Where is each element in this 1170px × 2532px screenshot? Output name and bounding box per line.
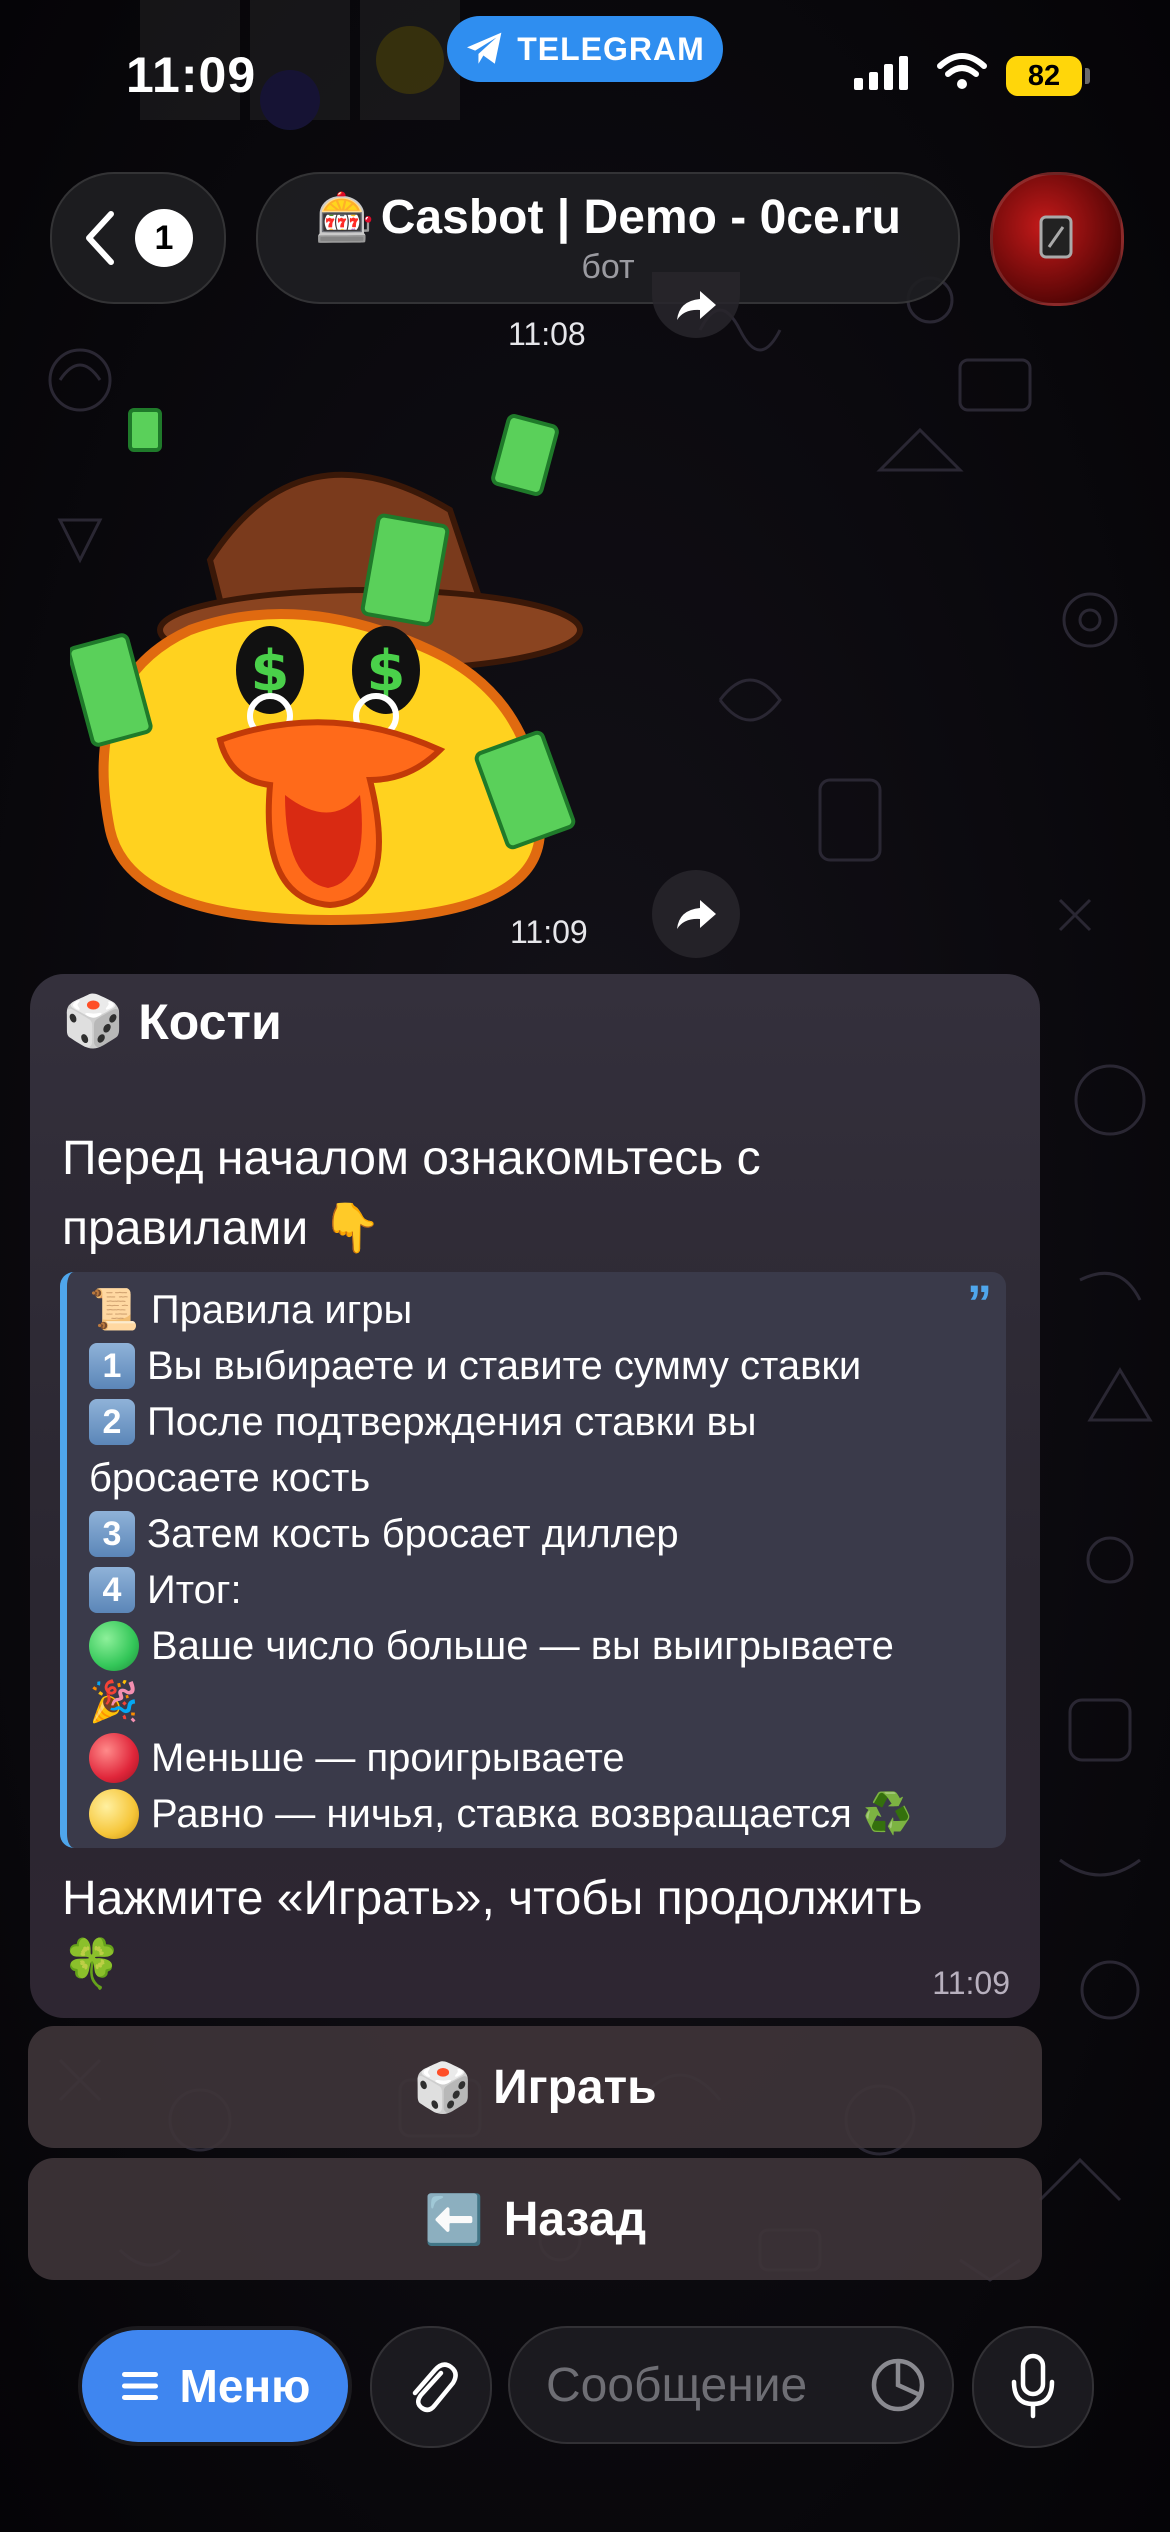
message-placeholder: Сообщение — [546, 2358, 808, 2412]
green-circle-icon — [89, 1621, 139, 1671]
duck-money-sticker: $ $ — [70, 408, 583, 926]
return-to-telegram-pill[interactable]: TELEGRAM — [447, 16, 723, 82]
message-time: 11:09 — [932, 1965, 1010, 2001]
dice-icon: 🎲 — [62, 993, 125, 1049]
wifi-icon — [937, 53, 987, 89]
paperclip-icon — [412, 2362, 458, 2413]
message-outro: Нажмите «Играть», чтобы продолжить 🍀 — [62, 1866, 1042, 1998]
dice-icon: 🎲 — [413, 2061, 474, 2115]
party-popper-icon: 🎉 — [89, 1680, 139, 1724]
keycap-2-icon: 2 — [89, 1399, 135, 1445]
voice-button[interactable] — [972, 2326, 1094, 2448]
red-circle-icon — [89, 1733, 139, 1783]
outcome-text: Равно — ничья, ставка возвращается ♻️ — [151, 1792, 913, 1836]
keycap-1-icon: 1 — [89, 1343, 135, 1389]
message-bubble[interactable]: 🎲 Кости Перед началом ознакомьтесь с пра… — [30, 974, 1040, 2018]
battery-level: 82 — [1006, 56, 1082, 96]
left-arrow-icon: ⬅️ — [423, 2193, 484, 2247]
chat-title-pill[interactable]: 🎰 Casbot | Demo - 0ce.ru бот — [256, 172, 960, 304]
microphone-icon — [1011, 2353, 1055, 2419]
sticker-clock-icon[interactable] — [868, 2355, 928, 2415]
bot-menu-button[interactable]: Меню — [82, 2330, 348, 2442]
rule-step: Итог: — [147, 1568, 242, 1612]
quote-icon: ” — [967, 1275, 992, 1331]
back-button-label: Назад — [503, 2192, 647, 2246]
clover-icon: 🍀 — [62, 1938, 122, 1991]
yellow-circle-icon — [89, 1789, 139, 1839]
back-keyboard-button[interactable]: ⬅️ Назад — [28, 2158, 1042, 2280]
share-arrow-icon — [677, 291, 716, 320]
rule-step: После подтверждения ставки вы — [147, 1400, 757, 1444]
rule-step: Затем кость бросает диллер — [147, 1512, 679, 1556]
chat-subtitle: бот — [581, 248, 635, 286]
rule-step: Вы выбираете и ставите сумму ставки — [147, 1344, 862, 1388]
forward-button-sticker[interactable] — [652, 870, 740, 958]
outcome-text: Меньше — проигрываете — [151, 1736, 625, 1780]
battery-tip — [1085, 68, 1090, 84]
telegram-pill-label: TELEGRAM — [517, 30, 705, 67]
hamburger-icon — [121, 2372, 158, 2400]
message-input[interactable]: Сообщение — [508, 2326, 954, 2444]
chevron-left-icon — [86, 211, 114, 265]
share-arrow-icon — [677, 900, 716, 929]
slot-machine-icon: 🎰 — [315, 192, 375, 245]
avatar-image — [1039, 215, 1073, 259]
message-intro: Перед началом ознакомьтесь с правилами 👇 — [62, 1132, 761, 1255]
outro-text: Нажмите «Играть», чтобы продолжить — [62, 1872, 923, 1925]
telegram-plane-icon — [467, 32, 502, 64]
sticker-time: 11:09 — [510, 914, 588, 950]
keycap-4-icon: 4 — [89, 1567, 135, 1613]
menu-label: Меню — [179, 2360, 311, 2412]
scroll-icon: 📜 — [89, 1288, 139, 1332]
outcome-text: Ваше число больше — вы выигрываете — [151, 1624, 894, 1668]
chat-title: Casbot | Demo - 0ce.ru — [380, 191, 901, 244]
play-button[interactable]: 🎲 Играть — [28, 2026, 1042, 2148]
prev-message-time: 11:08 — [508, 316, 586, 352]
attach-button[interactable] — [370, 2326, 492, 2448]
rule-step-continuation: бросаете кость — [89, 1456, 371, 1500]
bot-avatar[interactable] — [990, 172, 1124, 306]
rules-blockquote: ” 📜 Правила игры 1 Вы выбираете и ставит… — [60, 1272, 1006, 1848]
play-button-label: Играть — [493, 2060, 657, 2114]
back-button[interactable]: 1 — [50, 172, 226, 304]
keycap-3-icon: 3 — [89, 1511, 135, 1557]
rules-title: Правила игры — [150, 1288, 413, 1332]
unread-count-badge: 1 — [135, 209, 193, 267]
message-heading: Кости — [138, 993, 282, 1050]
status-time: 11:09 — [126, 47, 257, 103]
cellular-signal-icon — [854, 56, 908, 90]
